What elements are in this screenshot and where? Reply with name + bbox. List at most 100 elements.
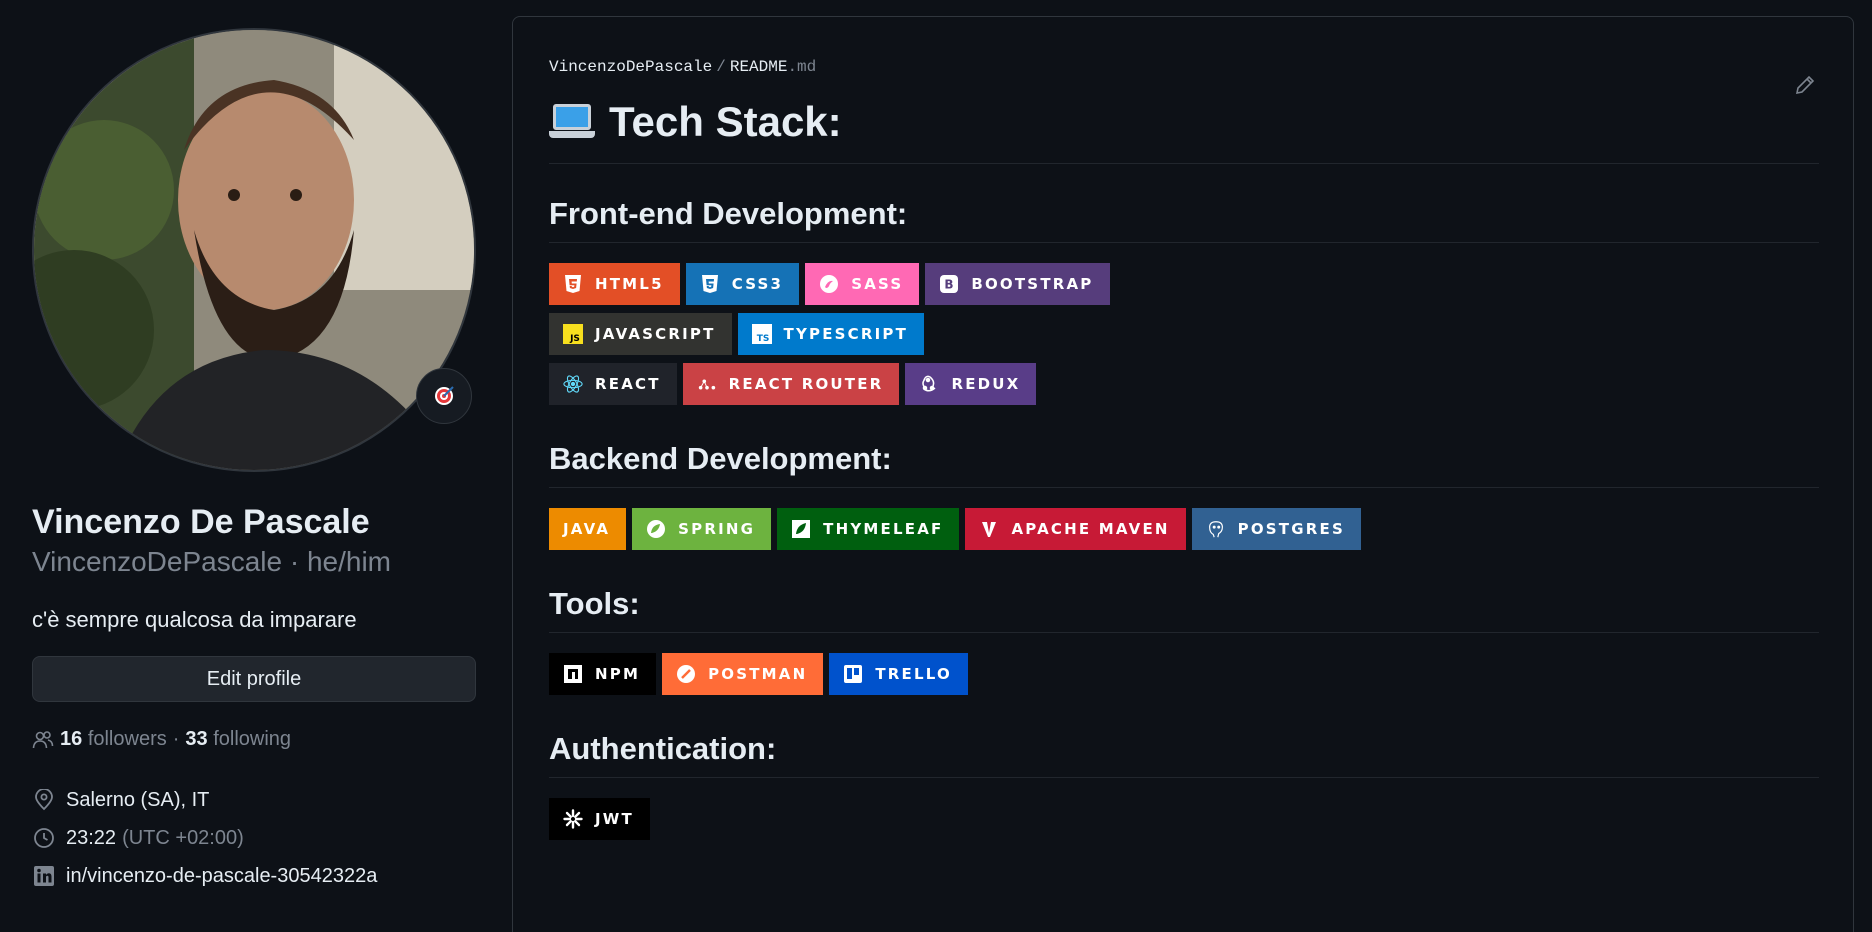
people-icon xyxy=(32,729,54,751)
followers-label: followers xyxy=(87,728,167,750)
badge-postgres[interactable]: POSTGRES xyxy=(1191,508,1361,550)
react-router-icon xyxy=(697,374,717,394)
html5-icon xyxy=(563,274,583,294)
avatar-photo xyxy=(34,30,474,470)
badge-redux[interactable]: REDUX xyxy=(905,363,1037,405)
breadcrumb: VincenzoDePascale / README.md xyxy=(549,55,1819,79)
separator-dot: · xyxy=(172,728,180,750)
badge-java[interactable]: JAVA xyxy=(549,508,627,550)
trello-icon xyxy=(843,664,863,684)
badge-label: CSS3 xyxy=(731,275,784,293)
badge-label: THYMELEAF xyxy=(823,520,944,538)
jwt-icon xyxy=(563,809,583,829)
following-link[interactable]: 33 following xyxy=(185,728,291,751)
badge-react-router[interactable]: REACT ROUTER xyxy=(682,363,900,405)
section-heading: Authentication: xyxy=(549,729,1819,778)
redux-icon xyxy=(919,374,939,394)
linkedin-row: in/vincenzo-de-pascale-30542322a xyxy=(32,857,476,895)
bootstrap-icon: B xyxy=(939,274,959,294)
badge-css3[interactable]: CSS3 xyxy=(685,263,800,305)
badge-label: REACT xyxy=(595,375,661,393)
section-front-end-development: Front-end Development: HTML5 CSS3 SASS B BOOT… xyxy=(549,194,1819,405)
profile-username: VincenzoDePascale · he/him xyxy=(32,546,392,577)
badge-label: JAVASCRIPT xyxy=(595,325,716,343)
badge-label: POSTGRES xyxy=(1237,520,1345,538)
badge-list: NPM POSTMAN TRELLO xyxy=(549,653,1819,695)
section-heading: Front-end Development: xyxy=(549,194,1819,243)
profile-sidebar: Vincenzo De Pascale VincenzoDePascale · … xyxy=(32,28,476,895)
location-text: Salerno (SA), IT xyxy=(66,788,210,811)
section-backend-development: Backend Development: JAVA SPRING THYMELEAF A… xyxy=(549,439,1819,550)
badge-label: HTML5 xyxy=(595,275,664,293)
section-heading: Backend Development: xyxy=(549,439,1819,488)
breadcrumb-file[interactable]: README xyxy=(730,58,788,76)
readme-title: Tech Stack: xyxy=(549,91,1819,164)
breadcrumb-owner[interactable]: VincenzoDePascale xyxy=(549,58,712,76)
local-time: 23:22 xyxy=(66,826,117,849)
badge-sass[interactable]: SASS xyxy=(805,263,920,305)
location-icon xyxy=(32,788,56,812)
breadcrumb-separator: / xyxy=(716,58,726,76)
timezone: (UTC +02:00) xyxy=(122,826,244,849)
profile-name: Vincenzo De Pascale xyxy=(32,503,370,541)
laptop-icon xyxy=(549,104,595,140)
edit-profile-button[interactable]: Edit profile xyxy=(32,656,476,702)
badge-label: APACHE MAVEN xyxy=(1011,520,1170,538)
badge-label: POSTMAN xyxy=(708,665,808,683)
badge-label: TYPESCRIPT xyxy=(783,325,909,343)
badge-thymeleaf[interactable]: THYMELEAF xyxy=(777,508,960,550)
badge-label: JAVA xyxy=(563,520,611,538)
badge-javascript[interactable]: JS JAVASCRIPT xyxy=(549,313,732,355)
profile-bio: c'è sempre qualcosa da imparare xyxy=(32,607,357,632)
svg-text:TS: TS xyxy=(756,334,769,344)
follow-stats: 16 followers · 33 following xyxy=(32,728,476,751)
readme-card: VincenzoDePascale / README.md Tech Stack: … xyxy=(512,16,1854,932)
svg-text:JS: JS xyxy=(569,334,580,344)
badge-label: BOOTSTRAP xyxy=(971,275,1094,293)
typescript-icon: TS xyxy=(751,324,772,344)
section-heading: Tools: xyxy=(549,584,1819,633)
profile-details: Salerno (SA), IT 23:22 (UTC +02:00) in/v… xyxy=(32,781,476,895)
status-target-icon[interactable] xyxy=(416,368,472,424)
linkedin-icon xyxy=(32,864,56,888)
badge-label: TRELLO xyxy=(875,665,952,683)
badge-typescript[interactable]: TS TYPESCRIPT xyxy=(737,313,925,355)
location-row: Salerno (SA), IT xyxy=(32,781,476,819)
badge-spring[interactable]: SPRING xyxy=(632,508,772,550)
svg-text:B: B xyxy=(945,278,954,292)
tech-sections: Front-end Development: HTML5 CSS3 SASS B BOOT… xyxy=(549,194,1819,840)
npm-icon xyxy=(563,664,583,684)
avatar[interactable] xyxy=(32,28,476,472)
badge-npm[interactable]: NPM xyxy=(549,653,657,695)
badge-jwt[interactable]: JWT xyxy=(549,798,650,840)
badge-row: NPM POSTMAN TRELLO xyxy=(549,653,1819,695)
postman-icon xyxy=(676,664,696,684)
section-authentication: Authentication: JWT xyxy=(549,729,1819,840)
javascript-icon: JS xyxy=(563,324,583,344)
badge-label: SASS xyxy=(851,275,904,293)
section-tools: Tools: NPM POSTMAN TRELLO xyxy=(549,584,1819,695)
readme-content: VincenzoDePascale / README.md Tech Stack: … xyxy=(549,55,1819,848)
maven-icon xyxy=(979,519,999,539)
badge-row: REACT REACT ROUTER REDUX xyxy=(549,363,1819,405)
spring-icon xyxy=(646,519,666,539)
badge-label: NPM xyxy=(595,665,641,683)
badge-list: JWT xyxy=(549,798,1819,840)
badge-label: REDUX xyxy=(951,375,1021,393)
badge-react[interactable]: REACT xyxy=(549,363,677,405)
badge-row: JAVA SPRING THYMELEAF APACHE MAVEN POSTGRES xyxy=(549,508,1819,550)
linkedin-link[interactable]: in/vincenzo-de-pascale-30542322a xyxy=(66,865,377,888)
following-label: following xyxy=(213,728,292,750)
badge-label: JWT xyxy=(595,810,634,828)
badge-html5[interactable]: HTML5 xyxy=(549,263,680,305)
readme-title-text: Tech Stack: xyxy=(609,98,842,145)
followers-link[interactable]: 16 followers xyxy=(60,728,167,751)
postgres-icon xyxy=(1206,519,1226,539)
thymeleaf-icon xyxy=(791,519,811,539)
badge-apache-maven[interactable]: APACHE MAVEN xyxy=(965,508,1186,550)
badge-bootstrap[interactable]: B BOOTSTRAP xyxy=(925,263,1110,305)
badge-postman[interactable]: POSTMAN xyxy=(662,653,824,695)
following-count: 33 xyxy=(185,728,208,750)
badge-trello[interactable]: TRELLO xyxy=(829,653,968,695)
react-icon xyxy=(563,374,583,394)
